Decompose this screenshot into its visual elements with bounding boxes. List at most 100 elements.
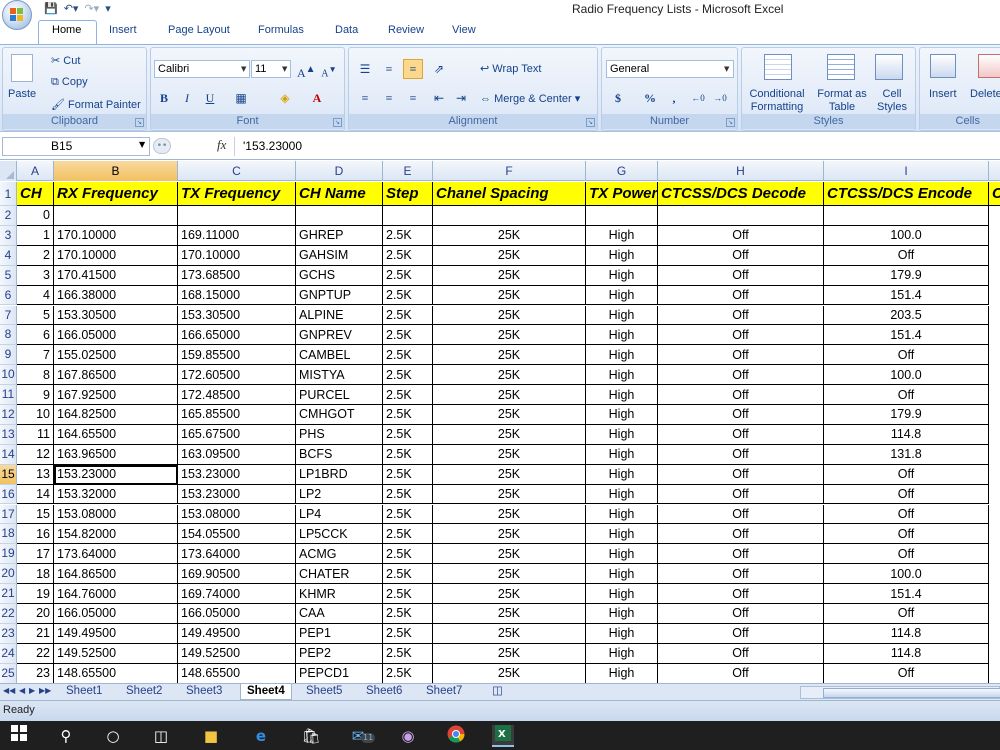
table-cell[interactable]: 170.41500 — [54, 265, 178, 286]
table-cell[interactable]: 2.5K — [383, 464, 433, 485]
cell-styles-icon[interactable] — [875, 54, 903, 80]
sheet-tab-sheet4[interactable]: Sheet4 — [240, 684, 292, 700]
percent-button[interactable]: % — [640, 88, 660, 108]
borders-icon[interactable]: ▦ — [231, 88, 251, 108]
table-cell[interactable]: Off — [658, 245, 824, 266]
table-cell[interactable] — [178, 206, 296, 226]
table-cell[interactable]: 2.5K — [383, 405, 433, 425]
table-cell[interactable]: High — [586, 484, 658, 505]
table-cell[interactable]: Off — [658, 424, 824, 445]
table-cell[interactable]: 163.09500 — [178, 444, 296, 465]
mail-icon[interactable]: ✉ 11 — [347, 725, 376, 747]
table-cell[interactable]: 148.65500 — [54, 663, 178, 683]
sheet-tab-sheet2[interactable]: Sheet2 — [120, 684, 168, 700]
row-header[interactable]: 7 — [0, 305, 17, 326]
tab-formulas[interactable]: Formulas — [258, 24, 304, 36]
table-cell[interactable]: 2.5K — [383, 484, 433, 505]
sheet-tab-sheet3[interactable]: Sheet3 — [180, 684, 228, 700]
tab-data[interactable]: Data — [335, 24, 358, 36]
table-cell[interactable]: 2.5K — [383, 365, 433, 386]
row-header[interactable]: 18 — [0, 524, 17, 545]
table-cell[interactable]: 7 — [17, 345, 54, 366]
undo-icon[interactable]: ↶▾ — [64, 2, 79, 15]
header-cell[interactable]: Step — [383, 182, 433, 206]
chrome-icon[interactable] — [445, 725, 467, 747]
table-cell[interactable]: 2.5K — [383, 604, 433, 624]
table-cell[interactable]: 1 — [17, 225, 54, 246]
table-cell[interactable] — [433, 206, 586, 226]
table-cell[interactable]: 149.52500 — [178, 643, 296, 664]
row-header[interactable]: 10 — [0, 365, 17, 386]
table-cell[interactable]: 151.4 — [824, 584, 989, 604]
scrollbar-thumb[interactable] — [823, 688, 1000, 698]
spreadsheet-grid[interactable]: ABCDEFGHI 1 2 3 4 5 6 7 8 9 10 11 12 13 14 15 16 17 18 19 2… — [0, 161, 1000, 683]
row-header[interactable]: 12 — [0, 405, 17, 425]
table-cell[interactable]: PEPCD1 — [296, 663, 383, 683]
row-header[interactable]: 1 — [0, 182, 17, 206]
header-cell[interactable]: CH Name — [296, 182, 383, 206]
table-cell[interactable]: 8 — [17, 365, 54, 386]
table-cell[interactable]: 25K — [433, 484, 586, 505]
table-cell[interactable]: Off — [658, 623, 824, 644]
table-cell[interactable]: 25K — [433, 424, 586, 445]
table-cell[interactable]: 173.64000 — [178, 544, 296, 565]
row-header[interactable]: 3 — [0, 225, 17, 246]
row-header[interactable]: 5 — [0, 265, 17, 286]
align-right-icon[interactable]: ≡ — [403, 88, 423, 108]
decrease-indent-icon[interactable]: ⇤ — [429, 88, 449, 108]
row-header[interactable]: 8 — [0, 325, 17, 346]
save-icon[interactable]: 💾 — [44, 2, 58, 15]
number-format-select[interactable]: General — [606, 60, 734, 78]
table-cell[interactable]: High — [586, 325, 658, 346]
table-cell[interactable]: 168.15000 — [178, 285, 296, 306]
table-cell[interactable]: Off — [658, 345, 824, 366]
table-cell[interactable]: 170.10000 — [178, 245, 296, 266]
sheet-tab-sheet6[interactable]: Sheet6 — [360, 684, 408, 700]
table-cell[interactable]: Off — [658, 464, 824, 485]
row-header[interactable]: 19 — [0, 544, 17, 565]
wrap-text-button[interactable]: ↩ Wrap Text — [480, 62, 541, 75]
table-cell[interactable]: 25K — [433, 564, 586, 585]
table-cell[interactable]: Off — [658, 365, 824, 386]
copy-button[interactable]: ⧉ Copy — [51, 76, 88, 89]
dialog-launcher-icon[interactable]: ↘ — [726, 118, 735, 127]
table-cell[interactable]: High — [586, 663, 658, 683]
table-cell[interactable] — [824, 206, 989, 226]
row-header[interactable]: 17 — [0, 504, 17, 525]
horizontal-scrollbar[interactable] — [800, 686, 1000, 699]
column-header-h[interactable]: H — [658, 161, 824, 181]
table-cell[interactable]: 17 — [17, 544, 54, 565]
table-cell[interactable]: GHREP — [296, 225, 383, 246]
table-cell[interactable]: Off — [658, 405, 824, 425]
table-cell[interactable]: ALPINE — [296, 305, 383, 326]
table-cell[interactable]: 173.64000 — [54, 544, 178, 565]
table-cell[interactable]: 170.10000 — [54, 225, 178, 246]
table-cell[interactable]: 25K — [433, 504, 586, 525]
sheet-tab-sheet5[interactable]: Sheet5 — [300, 684, 348, 700]
table-cell[interactable]: 2.5K — [383, 564, 433, 585]
font-color-icon[interactable]: A — [307, 88, 327, 108]
column-header-f[interactable]: F — [433, 161, 586, 181]
table-cell[interactable]: 25K — [433, 305, 586, 326]
table-cell[interactable]: High — [586, 385, 658, 405]
windows-start-icon[interactable] — [8, 725, 30, 747]
header-cell[interactable]: CTCSS/DCS Decode — [658, 182, 824, 206]
table-cell[interactable]: 151.4 — [824, 285, 989, 306]
table-cell[interactable]: 172.48500 — [178, 385, 296, 405]
currency-button[interactable]: $ — [608, 88, 628, 108]
shrink-font-button[interactable]: A▼ — [319, 59, 339, 79]
table-cell[interactable]: 2.5K — [383, 663, 433, 683]
underline-button[interactable]: U — [200, 88, 220, 108]
edge-icon[interactable]: e — [250, 725, 272, 747]
row-header[interactable]: 21 — [0, 584, 17, 604]
table-cell[interactable]: 11 — [17, 424, 54, 445]
header-cell[interactable]: TX Frequency — [178, 182, 296, 206]
table-cell[interactable]: High — [586, 424, 658, 445]
table-cell[interactable]: 179.9 — [824, 405, 989, 425]
redo-icon[interactable]: ↷▾ — [84, 2, 99, 15]
table-cell[interactable]: 114.8 — [824, 643, 989, 664]
table-cell[interactable]: High — [586, 584, 658, 604]
table-cell[interactable]: 20 — [17, 604, 54, 624]
table-cell[interactable]: 2.5K — [383, 265, 433, 286]
sheet-tab-sheet1[interactable]: Sheet1 — [60, 684, 108, 700]
